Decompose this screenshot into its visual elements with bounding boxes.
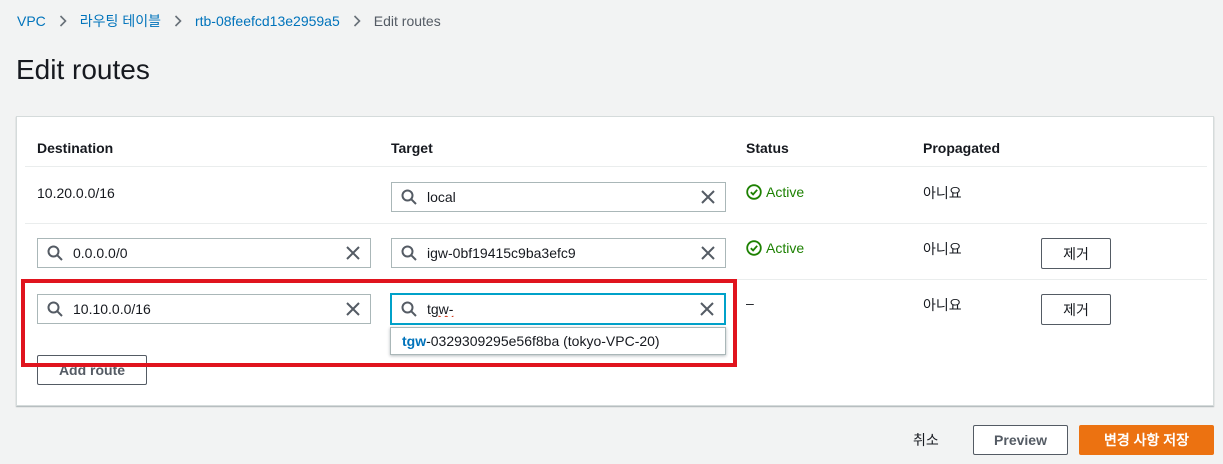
row-divider	[25, 166, 1207, 167]
chevron-right-icon	[59, 15, 67, 27]
column-header-propagated: Propagated	[923, 140, 1001, 156]
search-icon	[400, 188, 418, 206]
target-input[interactable]: igw-0bf19415c9ba3efc9	[391, 238, 726, 268]
close-icon[interactable]	[698, 300, 716, 318]
search-icon	[46, 244, 64, 262]
propagated-text: 아니요	[923, 297, 962, 313]
destination-input[interactable]: 10.10.0.0/16	[37, 294, 371, 324]
target-suggestions-dropdown: tgw-0329309295e56f8ba (tokyo-VPC-20)	[390, 327, 726, 355]
status-badge: Active	[746, 184, 804, 200]
remove-route-button[interactable]: 제거	[1041, 238, 1111, 269]
breadcrumb-route-table-id[interactable]: rtb-08feefcd13e2959a5	[195, 13, 340, 29]
row-divider	[25, 223, 1207, 224]
search-icon	[400, 244, 418, 262]
breadcrumb: VPC 라우팅 테이블 rtb-08feefcd13e2959a5 Edit r…	[17, 12, 441, 30]
close-icon[interactable]	[344, 244, 362, 262]
close-icon[interactable]	[699, 188, 717, 206]
check-circle-icon	[746, 240, 762, 256]
column-header-target: Target	[391, 140, 433, 156]
propagated-text: 아니요	[923, 241, 962, 257]
search-icon	[46, 300, 64, 318]
destination-value: 0.0.0.0/0	[73, 245, 128, 261]
target-value: local	[427, 189, 456, 205]
routes-panel: Destination Target Status Propagated 10.…	[16, 116, 1214, 406]
column-header-status: Status	[746, 140, 789, 156]
target-value: igw-0bf19415c9ba3efc9	[427, 245, 576, 261]
breadcrumb-vpc[interactable]: VPC	[17, 13, 46, 29]
close-icon[interactable]	[699, 244, 717, 262]
propagated-text: 아니요	[923, 185, 962, 201]
breadcrumb-route-tables[interactable]: 라우팅 테이블	[80, 11, 161, 31]
page-title: Edit routes	[16, 54, 150, 85]
check-circle-icon	[746, 184, 762, 200]
breadcrumb-current: Edit routes	[373, 13, 441, 29]
save-changes-button[interactable]: 변경 사항 저장	[1079, 425, 1214, 455]
target-input[interactable]: tgw-	[390, 293, 726, 325]
column-header-destination: Destination	[37, 140, 114, 156]
cancel-button[interactable]: 취소	[913, 430, 939, 450]
destination-text: 10.20.0.0/16	[37, 185, 115, 201]
destination-value: 10.10.0.0/16	[73, 301, 151, 317]
status-badge: Active	[746, 240, 804, 256]
close-icon[interactable]	[344, 300, 362, 318]
status-text: –	[746, 295, 754, 311]
target-value: tgw-	[427, 301, 454, 317]
remove-route-button[interactable]: 제거	[1041, 294, 1111, 325]
status-text: Active	[766, 240, 805, 256]
preview-button[interactable]: Preview	[973, 425, 1068, 455]
search-icon	[400, 300, 418, 318]
row-divider	[25, 279, 1207, 280]
destination-input[interactable]: 0.0.0.0/0	[37, 238, 371, 268]
add-route-button[interactable]: Add route	[37, 355, 147, 385]
suggestion-option[interactable]: tgw-0329309295e56f8ba (tokyo-VPC-20)	[402, 333, 660, 349]
chevron-right-icon	[174, 15, 182, 27]
chevron-right-icon	[353, 15, 361, 27]
target-input[interactable]: local	[391, 182, 726, 212]
status-text: Active	[766, 184, 805, 200]
